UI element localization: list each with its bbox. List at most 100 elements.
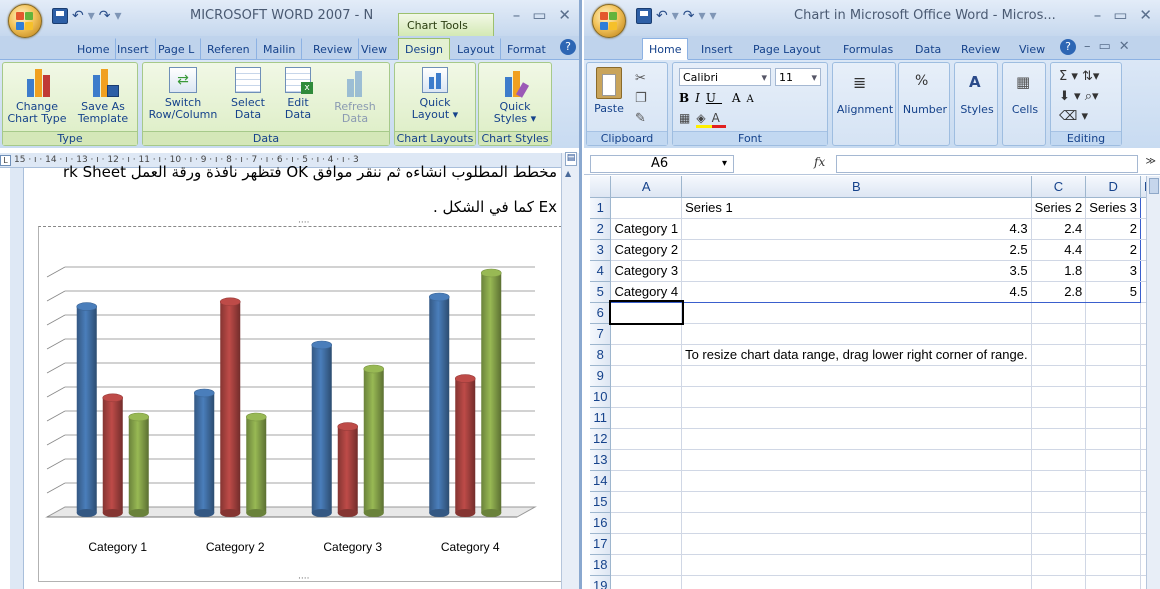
cell[interactable]: 5 xyxy=(1085,281,1141,303)
cell[interactable] xyxy=(1031,386,1087,408)
tab-page-layout[interactable]: Page L xyxy=(151,38,202,60)
row-header[interactable]: 8 xyxy=(590,344,612,366)
close-icon[interactable]: ✕ xyxy=(558,6,571,24)
minimize-icon[interactable]: – xyxy=(1094,6,1102,24)
clear-icon[interactable]: ⌫ xyxy=(1059,109,1077,124)
column-header-d[interactable]: D xyxy=(1085,176,1141,198)
cell[interactable] xyxy=(610,470,683,492)
minimize-icon[interactable]: – xyxy=(513,6,521,24)
redo-icon[interactable]: ↷ xyxy=(99,8,111,24)
help-icon[interactable]: ? xyxy=(560,39,576,55)
change-chart-type-button[interactable]: Change Chart Type xyxy=(5,67,69,125)
row-header[interactable]: 13 xyxy=(590,449,612,471)
word-vertical-scrollbar[interactable]: ▤ ▲ xyxy=(561,152,579,589)
row-header[interactable]: 19 xyxy=(590,575,612,589)
tab-review[interactable]: Review xyxy=(954,38,1007,60)
grow-font-icon[interactable]: A xyxy=(732,91,747,105)
cell[interactable] xyxy=(1031,302,1087,324)
cell[interactable] xyxy=(1085,344,1141,366)
customize-qat-icon[interactable]: ▾ xyxy=(710,8,717,24)
cell[interactable]: 2 xyxy=(1085,218,1141,240)
cell[interactable] xyxy=(610,344,683,366)
row-header[interactable]: 6 xyxy=(590,302,612,324)
cell[interactable]: 4.3 xyxy=(681,218,1032,240)
cell[interactable]: Category 1 xyxy=(610,218,683,240)
column-header-a[interactable]: A xyxy=(610,176,683,198)
row-header[interactable]: 12 xyxy=(590,428,612,450)
tab-view[interactable]: View xyxy=(1012,38,1052,60)
shrink-font-icon[interactable]: A xyxy=(747,94,760,105)
name-box[interactable]: A6 ▾ xyxy=(590,155,734,173)
row-header[interactable]: 16 xyxy=(590,512,612,534)
cell[interactable] xyxy=(1031,512,1087,534)
bold-icon[interactable]: B xyxy=(679,91,695,105)
row-header[interactable]: 3 xyxy=(590,239,612,261)
ribbon-group-cells[interactable]: ▦ Cells xyxy=(1002,62,1046,146)
cell[interactable] xyxy=(1085,449,1141,471)
cell[interactable] xyxy=(1031,407,1087,429)
cell[interactable] xyxy=(681,491,1032,513)
italic-icon[interactable]: I xyxy=(695,91,706,105)
insert-function-icon[interactable]: fx xyxy=(814,155,825,169)
row-header[interactable]: 14 xyxy=(590,470,612,492)
cell[interactable] xyxy=(1085,407,1141,429)
cell[interactable] xyxy=(1085,575,1141,589)
cell[interactable] xyxy=(610,196,683,219)
column-header-b[interactable]: B xyxy=(681,176,1032,198)
cell[interactable]: 3 xyxy=(1085,260,1141,282)
ribbon-group-number[interactable]: % Number xyxy=(898,62,950,146)
cell[interactable] xyxy=(1085,512,1141,534)
cell[interactable] xyxy=(1031,449,1087,471)
cell[interactable] xyxy=(681,302,1032,324)
tab-insert[interactable]: Insert xyxy=(110,38,156,60)
font-size-dropdown[interactable]: 11 ▾ xyxy=(775,68,821,86)
tab-insert[interactable]: Insert xyxy=(694,38,740,60)
font-color-icon[interactable]: A xyxy=(711,111,726,128)
cell[interactable]: Series 2 xyxy=(1031,196,1087,219)
cell[interactable] xyxy=(1031,344,1087,366)
cell[interactable]: 4.5 xyxy=(681,281,1032,303)
redo-icon[interactable]: ↷ xyxy=(683,8,695,24)
cell[interactable] xyxy=(1085,533,1141,555)
tab-references[interactable]: Referen xyxy=(200,38,257,60)
fill-icon[interactable]: ⬇ xyxy=(1059,89,1070,104)
cell[interactable] xyxy=(610,449,683,471)
tab-formulas[interactable]: Formulas xyxy=(836,38,900,60)
customize-qat-icon[interactable]: ▾ xyxy=(115,8,122,24)
vertical-ruler[interactable] xyxy=(10,168,24,589)
cell[interactable]: 4.4 xyxy=(1031,239,1087,261)
cut-icon[interactable]: ✂ xyxy=(635,69,647,89)
maximize-icon[interactable]: ▭ xyxy=(1113,6,1127,24)
cell[interactable] xyxy=(1031,533,1087,555)
tab-view[interactable]: View xyxy=(354,38,394,60)
cell[interactable] xyxy=(1085,323,1141,345)
cell[interactable] xyxy=(610,386,683,408)
tab-page-layout[interactable]: Page Layout xyxy=(746,38,828,60)
cell[interactable] xyxy=(610,554,683,576)
save-icon[interactable] xyxy=(636,8,652,24)
save-as-template-button[interactable]: Save As Template xyxy=(71,67,135,125)
tab-data[interactable]: Data xyxy=(908,38,948,60)
sort-filter-icon[interactable]: ⇅ xyxy=(1082,69,1093,84)
tab-selector-icon[interactable]: L xyxy=(0,155,11,166)
select-data-button[interactable]: Select Data xyxy=(225,67,271,121)
cell[interactable] xyxy=(1031,554,1087,576)
cell[interactable] xyxy=(1031,491,1087,513)
row-header[interactable]: 10 xyxy=(590,386,612,408)
ruler-toggle-icon[interactable]: ▤ xyxy=(565,152,577,166)
cell[interactable] xyxy=(608,300,684,325)
cell[interactable] xyxy=(610,365,683,387)
edit-data-button[interactable]: x Edit Data xyxy=(275,67,321,121)
scroll-up-icon[interactable]: ▲ xyxy=(565,169,571,178)
select-all-corner[interactable] xyxy=(590,176,612,198)
cell[interactable]: Series 3 xyxy=(1085,196,1141,219)
cell[interactable] xyxy=(1031,428,1087,450)
tab-review[interactable]: Review xyxy=(306,38,360,60)
close-icon[interactable]: ✕ xyxy=(1139,6,1152,24)
undo-icon[interactable]: ↶ xyxy=(656,8,668,24)
cell[interactable]: 2.4 xyxy=(1031,218,1087,240)
row-header[interactable]: 4 xyxy=(590,260,612,282)
copy-icon[interactable]: ❐ xyxy=(635,89,647,109)
row-header[interactable]: 11 xyxy=(590,407,612,429)
scroll-thumb[interactable] xyxy=(1149,178,1159,194)
